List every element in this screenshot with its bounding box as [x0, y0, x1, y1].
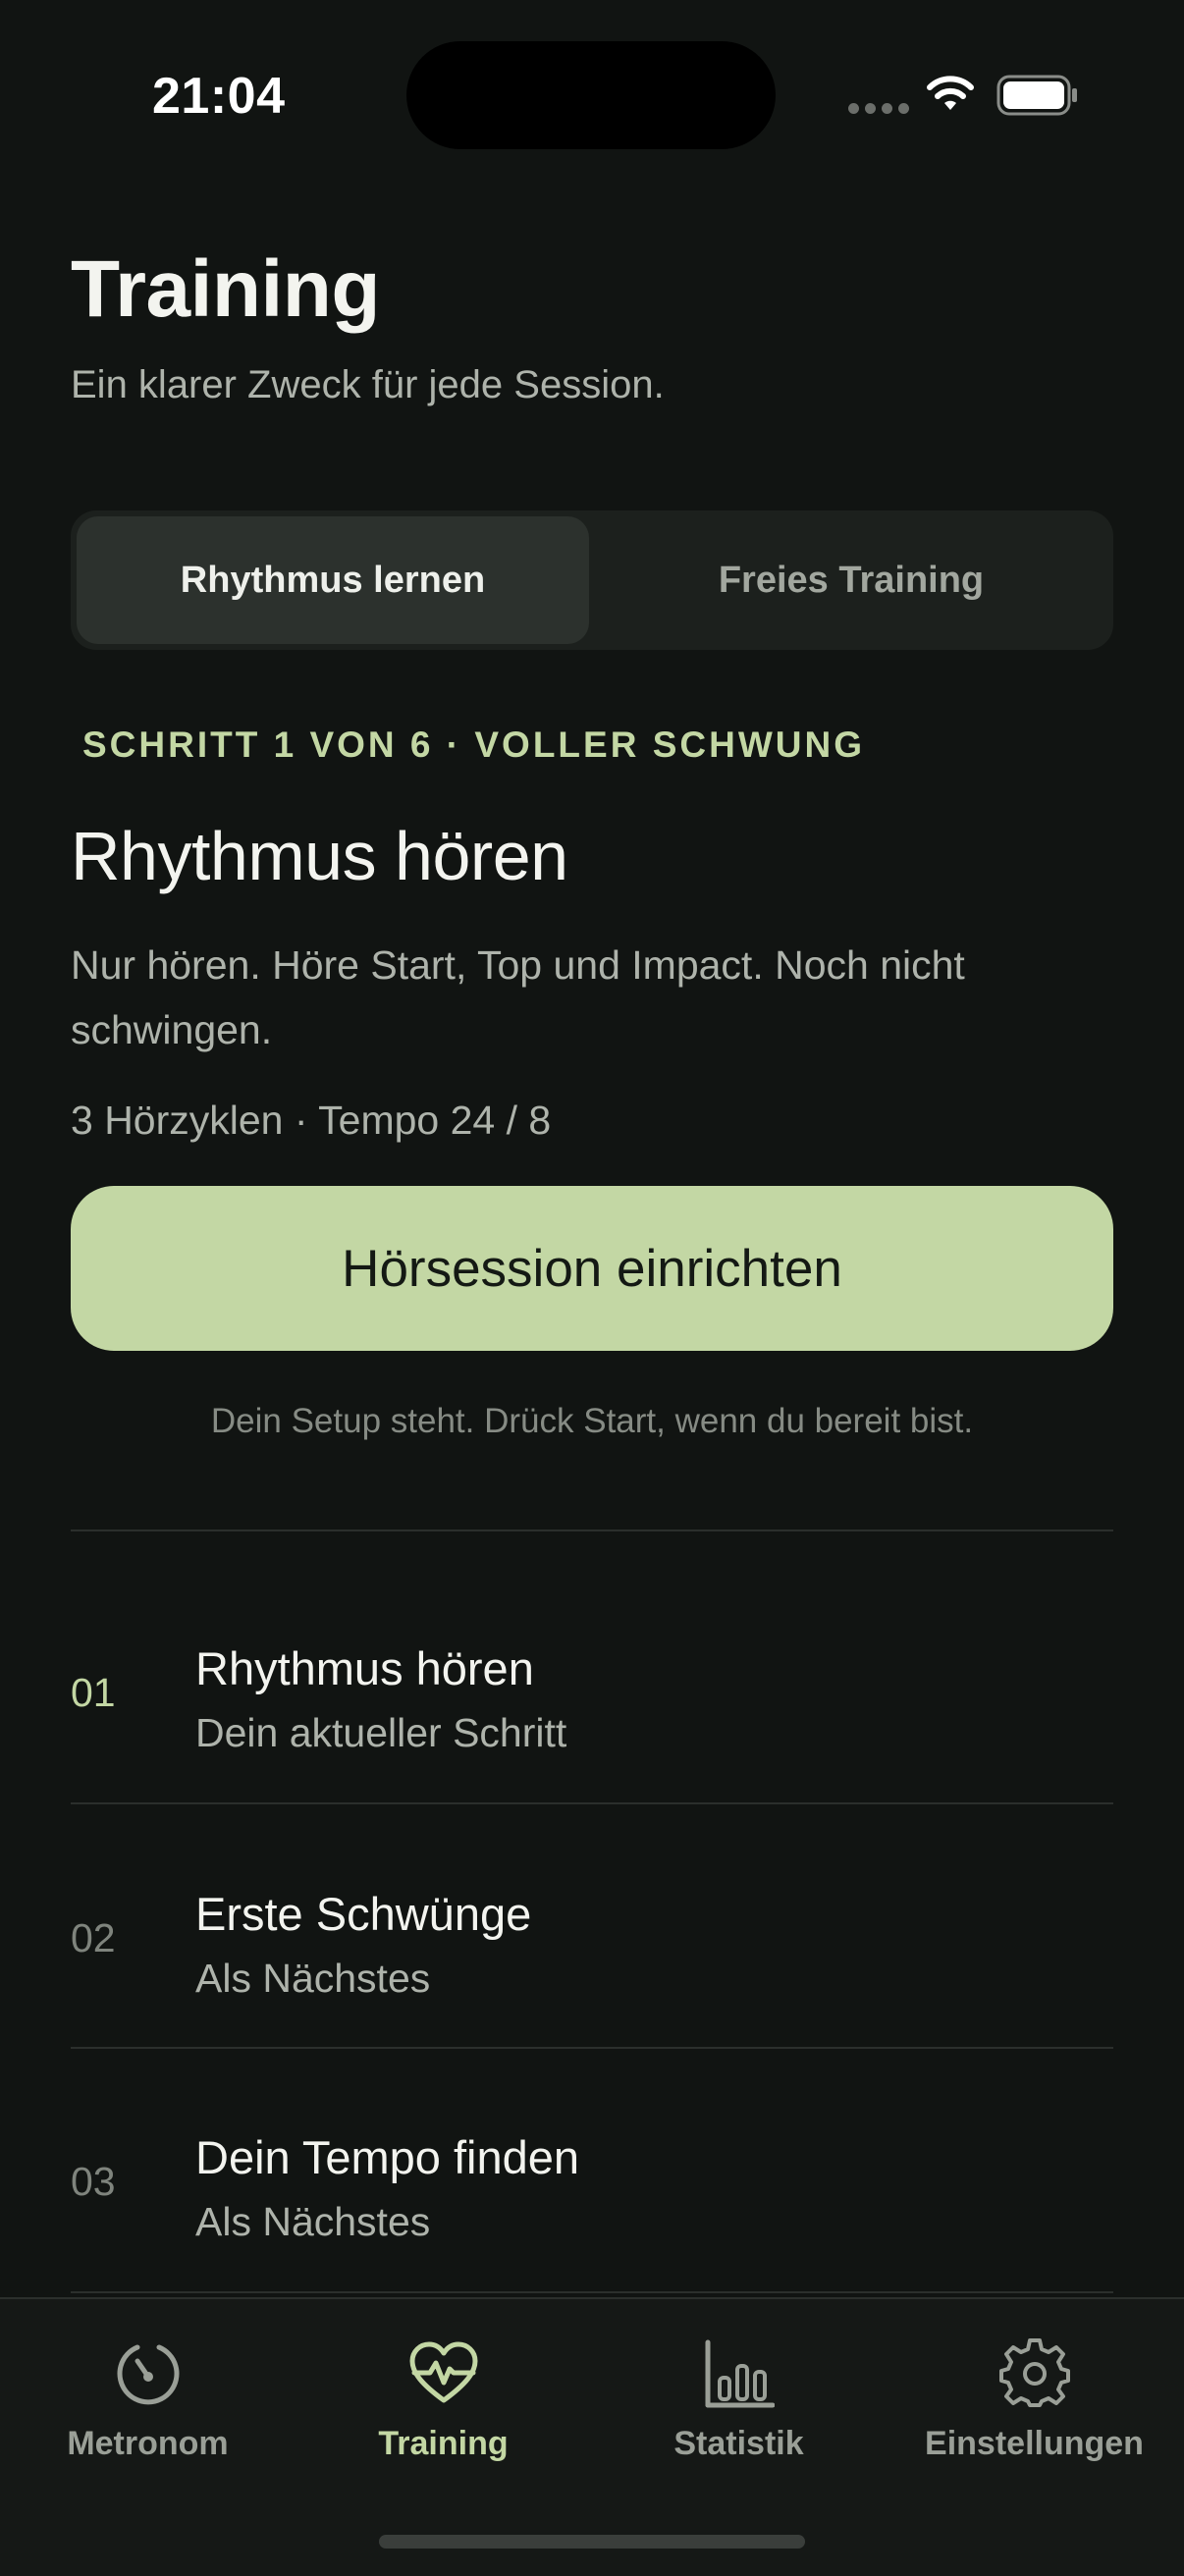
current-step-meta: 3 Hörzyklen · Tempo 24 / 8 [71, 1098, 552, 1143]
step-list-item-1[interactable]: 01 Rhythmus hören Dein aktueller Schritt [71, 1571, 1113, 1814]
gear-icon [996, 2334, 1074, 2413]
battery-icon [996, 75, 1079, 121]
setup-hint: Dein Setup steht. Drück Start, wenn du b… [210, 1402, 974, 1440]
current-step-description: Nur hören. Höre Start, Top und Impact. N… [71, 942, 965, 1052]
status-time: 21:04 [152, 68, 286, 125]
status-bar: 21:04 [0, 0, 1184, 187]
heart-pulse-icon [404, 2334, 483, 2413]
step-list-item-3[interactable]: 03 Dein Tempo finden Als Nächstes [71, 2060, 1113, 2303]
cellular-signal-icon [848, 103, 909, 114]
step-number: 01 [71, 1669, 116, 1715]
page-subtitle: Ein klarer Zweck für jede Session. [71, 363, 665, 406]
tab-einstellungen[interactable]: Einstellungen [887, 2334, 1182, 2492]
dynamic-island [406, 41, 776, 149]
home-indicator[interactable] [379, 2535, 805, 2549]
step-status: Als Nächstes [195, 1956, 431, 2001]
tab-statistik[interactable]: Statistik [591, 2334, 887, 2492]
divider [71, 1530, 1113, 1531]
current-step-title: Rhythmus hören [71, 818, 568, 894]
step-progress-eyebrow: SCHRITT 1 VON 6 · VOLLER SCHWUNG [82, 724, 865, 765]
wifi-icon [925, 75, 976, 119]
mode-segmented-control: Rhythmus lernen Freies Training [71, 510, 1113, 650]
step-list-item-2[interactable]: 02 Erste Schwünge Als Nächstes [71, 1816, 1113, 2060]
step-number: 03 [71, 2158, 116, 2204]
page-title: Training [71, 244, 380, 334]
tab-training[interactable]: Training [296, 2334, 591, 2492]
step-status: Als Nächstes [195, 2199, 431, 2244]
segment-rhythmus-lernen[interactable]: Rhythmus lernen [77, 516, 589, 644]
tab-label: Training [378, 2425, 509, 2462]
setup-listening-session-button[interactable]: Hörsession einrichten [71, 1186, 1113, 1351]
tab-label: Statistik [673, 2425, 804, 2462]
step-title: Erste Schwünge [195, 1888, 532, 1940]
step-number: 02 [71, 1914, 116, 1960]
divider [71, 1802, 1113, 1804]
tab-label: Einstellungen [925, 2425, 1144, 2462]
step-title: Dein Tempo finden [195, 2131, 580, 2183]
divider [71, 2291, 1113, 2293]
divider [71, 2047, 1113, 2049]
tab-label: Metronom [67, 2425, 229, 2462]
step-status: Dein aktueller Schritt [195, 1710, 567, 1755]
step-title: Rhythmus hören [195, 1642, 534, 1694]
tab-metronom[interactable]: Metronom [0, 2334, 296, 2492]
metronome-dial-icon [109, 2334, 188, 2413]
bar-chart-icon [700, 2334, 779, 2413]
segment-freies-training[interactable]: Freies Training [595, 516, 1107, 644]
